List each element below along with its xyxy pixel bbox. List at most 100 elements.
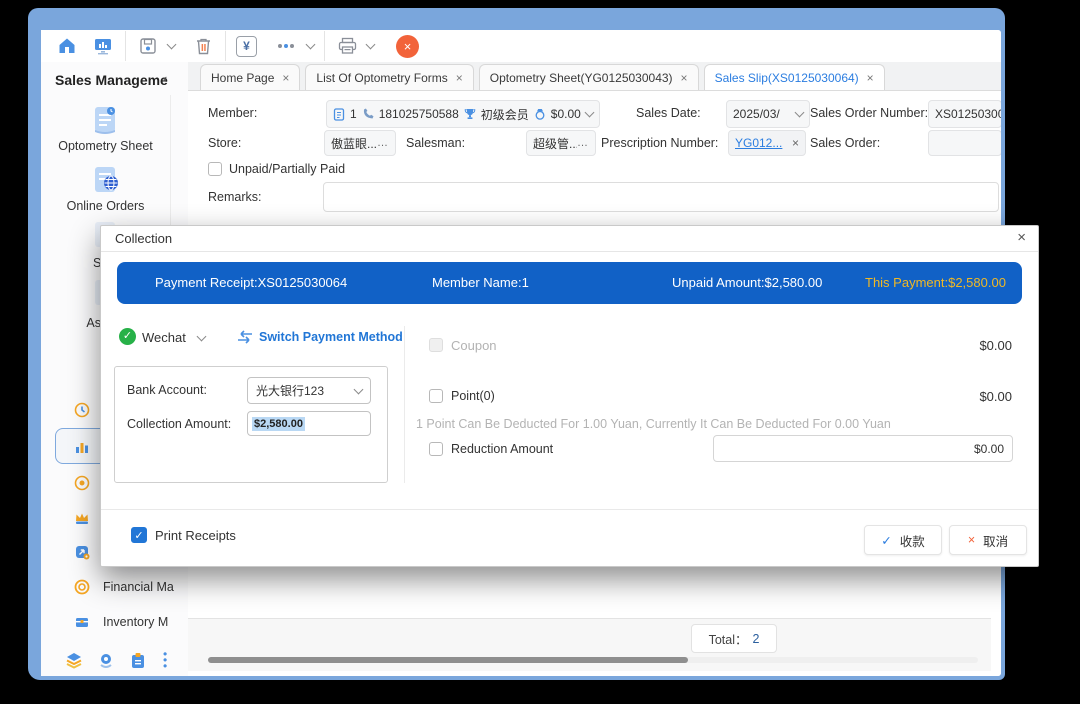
tab-close-icon[interactable]: × xyxy=(456,71,463,85)
member-field[interactable]: 1 181025750588 初级会员 $0.00 xyxy=(326,100,600,128)
dialog-footer-divider xyxy=(101,509,1038,510)
point-checkbox[interactable] xyxy=(429,389,443,403)
payment-banner: Payment Receipt:XS0125030064 Member Name… xyxy=(117,262,1022,304)
tab-optometry-sheet[interactable]: Optometry Sheet(YG0125030043) × xyxy=(479,64,699,90)
printer-icon[interactable] xyxy=(335,34,359,58)
scrollbar-thumb[interactable] xyxy=(208,657,688,663)
salesman-picker-icon[interactable]: … xyxy=(577,137,589,149)
prescription-number-field[interactable]: YG012... × xyxy=(728,130,806,156)
date-dropdown-icon[interactable] xyxy=(795,108,805,118)
toolbar: ¥ × xyxy=(41,30,1001,63)
crown-icon[interactable] xyxy=(74,510,90,531)
member-dropdown-icon[interactable] xyxy=(585,108,595,118)
total-value: 2 xyxy=(752,632,759,646)
prescription-number-label: Prescription Number: xyxy=(601,136,718,150)
kebab-menu-icon[interactable]: ••• xyxy=(163,651,167,669)
inventory-box-icon[interactable] xyxy=(74,614,90,635)
switch-payment-method-link[interactable]: Switch Payment Method xyxy=(259,330,403,344)
printer-dropdown-icon[interactable] xyxy=(366,40,376,50)
point-hint: 1 Point Can Be Deducted For 1.00 Yuan, C… xyxy=(416,417,891,431)
dashboard-icon[interactable] xyxy=(91,34,115,58)
sidebar-mini-item-inventory[interactable]: Inventory M xyxy=(103,615,183,629)
sidebar-mini-item-financial[interactable]: Financial Ma xyxy=(103,580,183,594)
sales-date-field[interactable]: 2025/03/ xyxy=(726,100,810,128)
list-footer xyxy=(188,618,991,671)
collection-amount-label: Collection Amount: xyxy=(127,417,231,431)
reduction-label: Reduction Amount xyxy=(451,442,553,456)
tab-home-page[interactable]: Home Page × xyxy=(200,64,300,90)
payment-detail-box: Bank Account: 光大银行123 Collection Amount:… xyxy=(114,366,388,483)
reduction-checkbox[interactable] xyxy=(429,442,443,456)
coupon-amount: $0.00 xyxy=(979,338,1012,353)
tab-optometry-forms-list[interactable]: List Of Optometry Forms × xyxy=(305,64,473,90)
store-field[interactable]: 傲蓝眼... … xyxy=(324,130,396,156)
tab-bar: Home Page × List Of Optometry Forms × Op… xyxy=(188,62,1001,91)
banner-this-payment: This Payment:$2,580.00 xyxy=(865,262,1006,304)
point-label: Point(0) xyxy=(451,389,495,403)
selected-amount-text: $2,580.00 xyxy=(252,417,305,431)
home-icon[interactable] xyxy=(55,34,79,58)
currency-yen-icon[interactable]: ¥ xyxy=(236,36,257,57)
bar-chart-icon[interactable] xyxy=(74,439,90,460)
bank-account-label: Bank Account: xyxy=(127,383,207,397)
confirm-collect-button[interactable]: ✓ 收款 xyxy=(864,525,942,555)
prescription-clear-icon[interactable]: × xyxy=(792,136,799,150)
sidebar-title: Sales Manageme xyxy=(55,72,168,88)
optometry-sheet-icon[interactable] xyxy=(88,102,122,136)
salesman-label: Salesman: xyxy=(406,136,465,150)
clipboard-icon[interactable] xyxy=(130,652,146,674)
more-dropdown-icon[interactable] xyxy=(306,40,316,50)
sidebar-item-online-orders[interactable]: Online Orders xyxy=(41,199,170,213)
payment-method-dropdown-icon[interactable] xyxy=(197,332,207,342)
close-circle-icon[interactable]: × xyxy=(396,35,419,58)
coin-gear-icon[interactable] xyxy=(74,475,90,496)
tab-close-icon[interactable]: × xyxy=(867,71,874,85)
sales-order-number-label: Sales Order Number: xyxy=(810,106,928,120)
check-icon: ✓ xyxy=(881,533,891,548)
member-label: Member: xyxy=(208,106,257,120)
layers-icon[interactable] xyxy=(65,652,83,674)
unpaid-checkbox-label: Unpaid/Partially Paid xyxy=(229,162,345,176)
horizontal-scrollbar[interactable] xyxy=(208,657,978,663)
clock-icon[interactable] xyxy=(74,402,90,423)
prescription-link[interactable]: YG012... xyxy=(735,136,782,150)
bank-account-select[interactable]: 光大银行123 xyxy=(247,377,371,404)
sales-order-number-field[interactable]: XS01250300 xyxy=(928,100,1001,128)
more-dots-icon[interactable] xyxy=(271,34,301,58)
sales-order-field[interactable] xyxy=(928,130,1001,156)
wechat-icon: ✓ xyxy=(119,328,136,345)
reduction-amount-input[interactable]: $0.00 xyxy=(713,435,1013,462)
tab-close-icon[interactable]: × xyxy=(681,71,688,85)
sidebar-item-optometry-sheet[interactable]: Optometry Sheet xyxy=(41,139,170,153)
coupon-label: Coupon xyxy=(451,338,497,353)
delete-icon[interactable] xyxy=(191,34,215,58)
balance-purse-icon xyxy=(534,108,546,120)
sales-order-label: Sales Order: xyxy=(810,136,880,150)
save-dropdown-icon[interactable] xyxy=(167,40,177,50)
payment-method-value[interactable]: Wechat xyxy=(142,330,186,345)
save-icon[interactable] xyxy=(136,34,160,58)
cancel-button[interactable]: × 取消 xyxy=(949,525,1027,555)
unpaid-checkbox[interactable] xyxy=(208,162,222,176)
switch-arrows-icon[interactable] xyxy=(237,330,253,344)
tab-close-icon[interactable]: × xyxy=(282,71,289,85)
share-gear-icon[interactable] xyxy=(74,544,90,565)
badge-icon[interactable] xyxy=(97,652,115,674)
salesman-field[interactable]: 超级管... … xyxy=(526,130,596,156)
coupon-checkbox xyxy=(429,338,443,352)
dialog-close-icon[interactable]: × xyxy=(1017,229,1026,246)
print-receipts-checkbox[interactable]: ✓ xyxy=(131,527,147,543)
remarks-input[interactable] xyxy=(323,182,999,212)
store-picker-icon[interactable]: … xyxy=(377,137,389,149)
phone-icon xyxy=(362,108,374,120)
finance-ring-icon[interactable] xyxy=(74,579,90,600)
banner-member: Member Name:1 xyxy=(432,262,529,304)
tab-sales-slip[interactable]: Sales Slip(XS0125030064) × xyxy=(704,64,885,90)
online-orders-icon[interactable] xyxy=(88,162,122,196)
sales-date-label: Sales Date: xyxy=(636,106,701,120)
remarks-label: Remarks: xyxy=(208,190,261,204)
collection-amount-input[interactable]: $2,580.00 xyxy=(247,411,371,436)
dialog-title: Collection xyxy=(101,226,1038,252)
store-label: Store: xyxy=(208,136,241,150)
sidebar-collapse-icon[interactable]: ‹ xyxy=(163,71,167,86)
